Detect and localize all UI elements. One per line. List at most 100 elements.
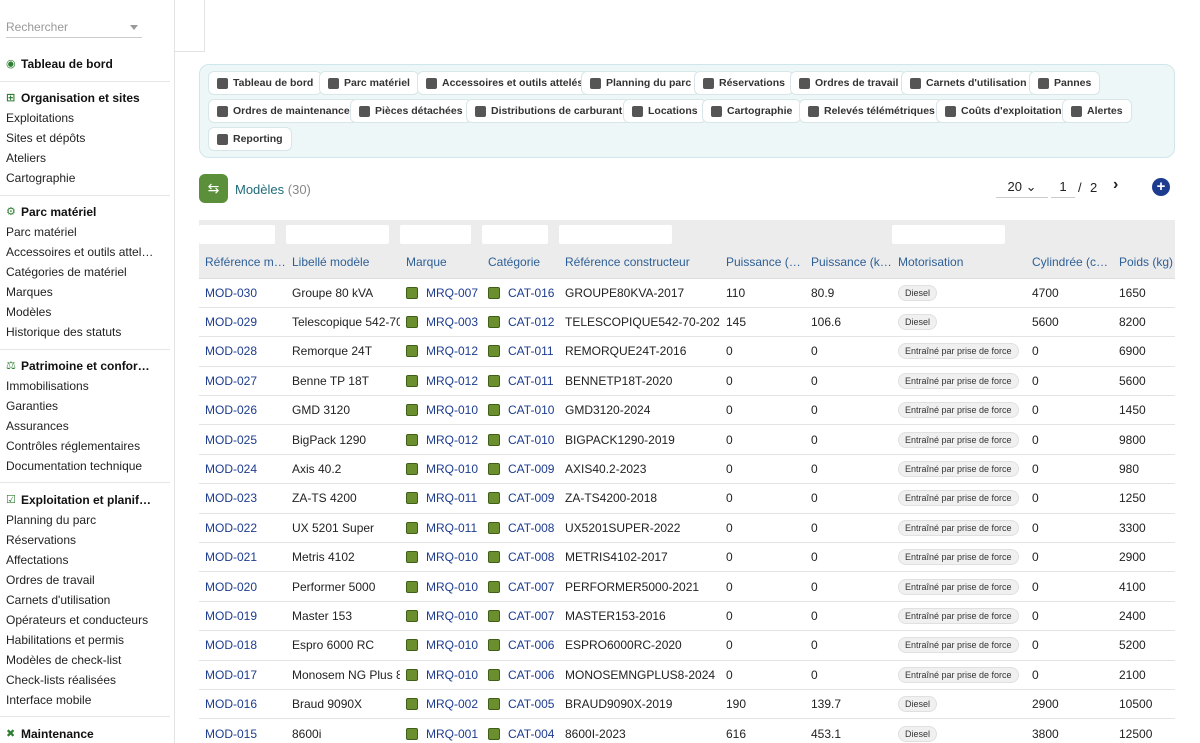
column-header[interactable]: Référence m… (199, 246, 286, 279)
tab-reservations[interactable]: Réservations (694, 71, 794, 95)
sidebar-item-ordres[interactable]: Ordres de travail (0, 570, 170, 590)
table-row[interactable]: MOD-028 Remorque 24T MRQ-012 CAT-011 REMORQU… (199, 336, 1175, 367)
tab-parc[interactable]: Parc matériel (319, 71, 419, 95)
category-link[interactable]: CAT-008 (508, 521, 554, 535)
sidebar-item-historique[interactable]: Historique des statuts (0, 322, 170, 342)
category-link[interactable]: CAT-006 (508, 668, 554, 682)
model-ref-link[interactable]: MOD-022 (199, 513, 286, 544)
filter-input[interactable] (559, 224, 672, 244)
brand-link[interactable]: MRQ-011 (426, 491, 477, 505)
page-input[interactable]: 1 (1051, 178, 1075, 198)
table-row[interactable]: MOD-025 BigPack 1290 MRQ-012 CAT-010 BIGPACK… (199, 424, 1175, 455)
model-ref-link[interactable]: MOD-024 (199, 454, 286, 485)
sidebar-item-sites[interactable]: Sites et dépôts (0, 128, 170, 148)
brand-link[interactable]: MRQ-003 (426, 315, 478, 329)
table-row[interactable]: MOD-021 Metris 4102 MRQ-010 CAT-008 METRIS41… (199, 542, 1175, 573)
table-row[interactable]: MOD-020 Performer 5000 MRQ-010 CAT-007 PERFO… (199, 571, 1175, 602)
tab-accessoires[interactable]: Accessoires et outils attelés (417, 71, 593, 95)
category-link[interactable]: CAT-006 (508, 638, 554, 652)
table-row[interactable]: MOD-029 Telescopique 542-70 MRQ-003 CAT-012… (199, 307, 1175, 338)
brand-link[interactable]: MRQ-010 (426, 550, 478, 564)
category-link[interactable]: CAT-008 (508, 550, 554, 564)
brand-link[interactable]: MRQ-012 (426, 344, 478, 358)
tab-dashboard[interactable]: Tableau de bord (208, 71, 323, 95)
table-row[interactable]: MOD-022 UX 5201 Super MRQ-011 CAT-008 UX5201… (199, 513, 1175, 544)
sidebar-item-assurances[interactable]: Assurances (0, 416, 170, 436)
chevron-down-icon[interactable] (130, 25, 138, 30)
sidebar-item-garanties[interactable]: Garanties (0, 396, 170, 416)
tab-planning[interactable]: Planning du parc (581, 71, 701, 95)
sidebar-item-parc[interactable]: Parc matériel (0, 222, 170, 242)
tab-ordres-travail[interactable]: Ordres de travail (790, 71, 908, 95)
filter-input[interactable] (286, 224, 389, 244)
tab-carburant[interactable]: Distributions de carburant (466, 99, 632, 123)
table-row[interactable]: MOD-026 GMD 3120 MRQ-010 CAT-010 GMD3120-202… (199, 395, 1175, 426)
brand-link[interactable]: MRQ-002 (426, 697, 478, 711)
category-link[interactable]: CAT-011 (508, 344, 554, 358)
brand-link[interactable]: MRQ-011 (426, 521, 477, 535)
table-row[interactable]: MOD-027 Benne TP 18T MRQ-012 CAT-011 BENNETP… (199, 366, 1175, 397)
sidebar-item-immobilisations[interactable]: Immobilisations (0, 376, 170, 396)
brand-link[interactable]: MRQ-010 (426, 580, 478, 594)
filter-input[interactable] (892, 224, 1005, 244)
column-header[interactable]: Libellé modèle (286, 246, 400, 279)
column-header[interactable]: Motorisation (892, 246, 1026, 279)
table-row[interactable]: MOD-017 Monosem NG Plus 8 MRQ-010 CAT-006 MO… (199, 660, 1175, 690)
table-row[interactable]: MOD-015 8600i MRQ-001 CAT-004 8600I-2023 616 4… (199, 718, 1175, 743)
model-ref-link[interactable]: MOD-019 (199, 601, 286, 632)
brand-link[interactable]: MRQ-001 (426, 727, 478, 741)
tab-reporting[interactable]: Reporting (208, 127, 292, 151)
tab-cartographie[interactable]: Cartographie (702, 99, 802, 123)
tab-locations[interactable]: Locations (623, 99, 707, 123)
sidebar-item-habilitations[interactable]: Habilitations et permis (0, 630, 170, 650)
sidebar-item-accessoires[interactable]: Accessoires et outils attel… (0, 242, 170, 262)
sidebar-item-controles[interactable]: Contrôles réglementaires (0, 436, 170, 456)
tab-pieces[interactable]: Pièces détachées (350, 99, 472, 123)
category-link[interactable]: CAT-007 (508, 580, 554, 594)
brand-link[interactable]: MRQ-010 (426, 668, 478, 682)
category-link[interactable]: CAT-012 (508, 315, 554, 329)
column-header[interactable]: Poids (kg) (1113, 246, 1175, 279)
column-header[interactable]: Puissance (ch) (720, 246, 805, 279)
model-ref-link[interactable]: MOD-023 (199, 483, 286, 514)
brand-link[interactable]: MRQ-007 (426, 286, 478, 300)
category-link[interactable]: CAT-009 (508, 462, 554, 476)
table-row[interactable]: MOD-030 Groupe 80 kVA MRQ-007 CAT-016 GROUPE… (199, 278, 1175, 308)
sidebar-item-reservations[interactable]: Réservations (0, 530, 170, 550)
sidebar-item-exploitations[interactable]: Exploitations (0, 108, 170, 128)
column-header[interactable]: Cylindrée (c… (1026, 246, 1113, 279)
category-link[interactable]: CAT-007 (508, 609, 554, 623)
brand-link[interactable]: MRQ-012 (426, 374, 478, 388)
sidebar-item-marques[interactable]: Marques (0, 282, 170, 302)
tab-couts[interactable]: Coûts d'exploitation (936, 99, 1071, 123)
brand-link[interactable]: MRQ-010 (426, 403, 478, 417)
sidebar-item-categories[interactable]: Catégories de matériel (0, 262, 170, 282)
column-header[interactable]: Puissance (k… (805, 246, 892, 279)
table-row[interactable]: MOD-019 Master 153 MRQ-010 CAT-007 MASTER153… (199, 601, 1175, 632)
table-row[interactable]: MOD-018 Espro 6000 RC MRQ-010 CAT-006 ESPRO6… (199, 630, 1175, 661)
column-header[interactable]: Marque (400, 246, 482, 279)
model-ref-link[interactable]: MOD-016 (199, 689, 286, 720)
model-ref-link[interactable]: MOD-028 (199, 336, 286, 367)
model-ref-link[interactable]: MOD-025 (199, 424, 286, 455)
sidebar-item-operateurs[interactable]: Opérateurs et conducteurs (0, 610, 170, 630)
table-row[interactable]: MOD-023 ZA-TS 4200 MRQ-011 CAT-009 ZA-TS4200… (199, 483, 1175, 514)
filter-input[interactable] (400, 224, 471, 244)
model-ref-link[interactable]: MOD-017 (199, 660, 286, 690)
per-page-select[interactable]: 20 ⌄ (996, 178, 1048, 198)
table-row[interactable]: MOD-016 Braud 9090X MRQ-002 CAT-005 BRAUD909… (199, 689, 1175, 720)
brand-link[interactable]: MRQ-010 (426, 638, 478, 652)
tab-alertes[interactable]: Alertes (1062, 99, 1132, 123)
category-link[interactable]: CAT-005 (508, 697, 554, 711)
category-link[interactable]: CAT-004 (508, 727, 554, 741)
next-page-icon[interactable]: › (1113, 176, 1118, 194)
brand-link[interactable]: MRQ-010 (426, 462, 478, 476)
sidebar-item-modeles-checklist[interactable]: Modèles de check-list (0, 650, 170, 670)
filter-input[interactable] (199, 224, 275, 244)
table-row[interactable]: MOD-024 Axis 40.2 MRQ-010 CAT-009 AXIS40.2-2… (199, 454, 1175, 485)
model-ref-link[interactable]: MOD-020 (199, 571, 286, 602)
sidebar-item-ateliers[interactable]: Ateliers (0, 148, 170, 168)
tab-carnets[interactable]: Carnets d'utilisation (901, 71, 1036, 95)
category-link[interactable]: CAT-010 (508, 433, 554, 447)
sidebar-item-checklists[interactable]: Check-lists réalisées (0, 670, 170, 690)
